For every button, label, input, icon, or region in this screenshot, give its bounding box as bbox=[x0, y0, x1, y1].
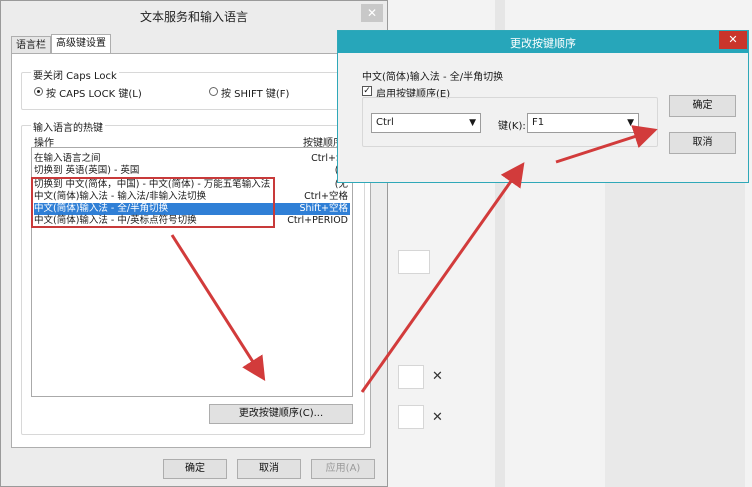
arrow-to-change-button bbox=[170, 234, 266, 382]
annotation-arrows bbox=[170, 125, 658, 393]
arrow-to-key-dialog bbox=[360, 162, 525, 393]
arrow-to-ok-button bbox=[555, 125, 658, 164]
